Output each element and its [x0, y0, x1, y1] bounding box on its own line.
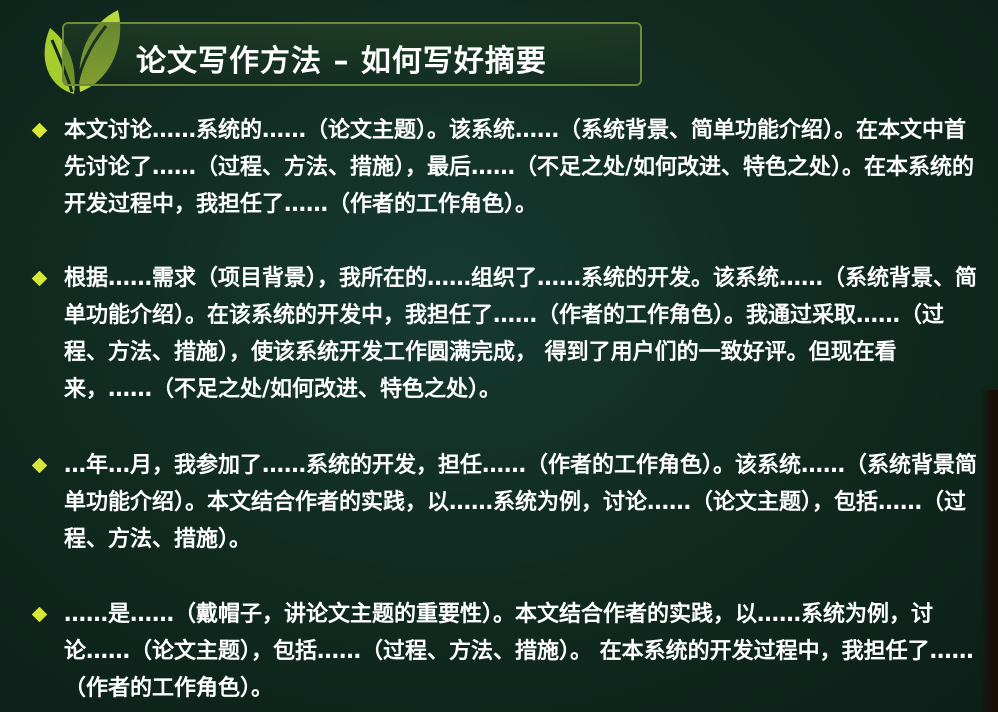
diamond-bullet-icon	[31, 606, 48, 623]
abstract-template-3: …年…月，我参加了……系统的开发，担任……（作者的工作角色）。该系统……（系统背…	[30, 447, 980, 558]
slide-title: 论文写作方法 – 如何写好摘要	[136, 44, 547, 79]
diamond-bullet-icon	[31, 122, 48, 139]
paragraph-text: 本文讨论……系统的……（论文主题）。该系统……（系统背景、简单功能介绍）。在本文…	[64, 118, 975, 217]
diamond-bullet-icon	[31, 270, 48, 287]
paragraph-text: 根据……需求（项目背景），我所在的……组织了……系统的开发。该系统……（系统背景…	[64, 266, 978, 402]
paragraph-text: ……是……（戴帽子，讲论文主题的重要性）。本文结合作者的实践，以……系统为例，讨…	[64, 602, 974, 701]
abstract-template-4: ……是……（戴帽子，讲论文主题的重要性）。本文结合作者的实践，以……系统为例，讨…	[30, 596, 980, 707]
abstract-template-2: 根据……需求（项目背景），我所在的……组织了……系统的开发。该系统……（系统背景…	[30, 260, 980, 408]
paragraph-text: …年…月，我参加了……系统的开发，担任……（作者的工作角色）。该系统……（系统背…	[64, 453, 978, 552]
diamond-bullet-icon	[31, 457, 48, 474]
abstract-template-1: 本文讨论……系统的……（论文主题）。该系统……（系统背景、简单功能介绍）。在本文…	[30, 112, 980, 223]
slide: 论文写作方法 – 如何写好摘要 本文讨论……系统的……（论文主题）。该系统……（…	[0, 0, 998, 712]
presenter-edge	[980, 390, 998, 712]
